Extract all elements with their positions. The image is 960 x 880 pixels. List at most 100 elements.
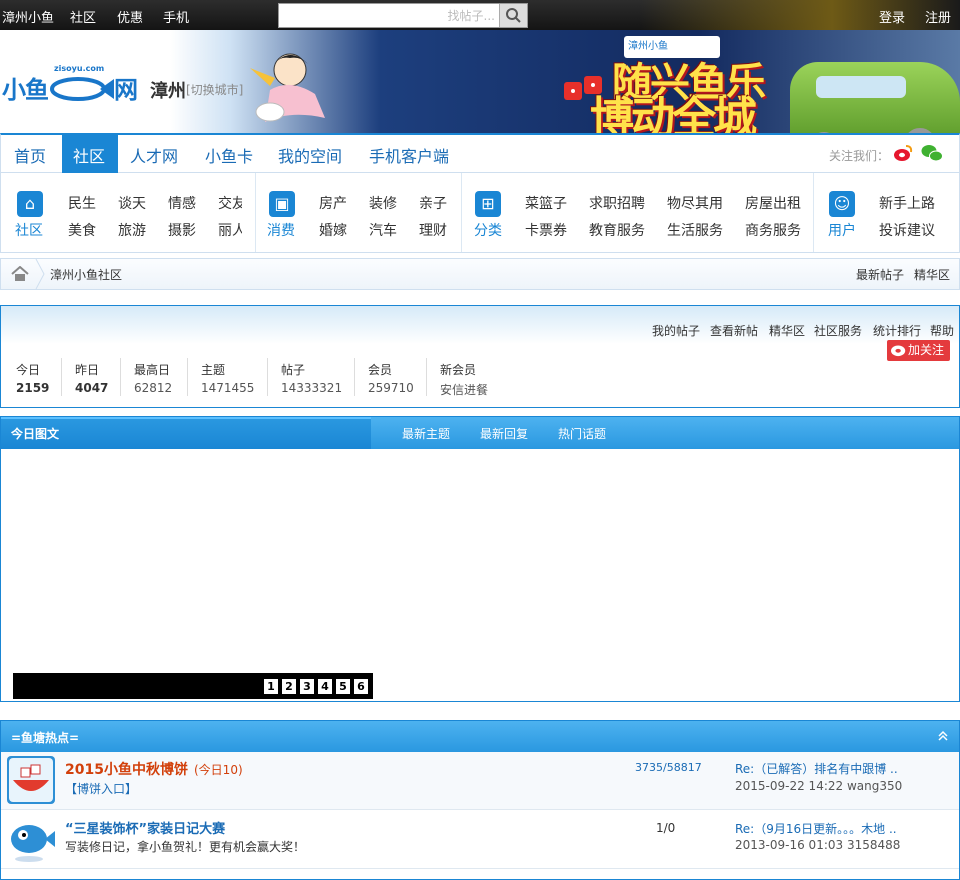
- home-icon[interactable]: [11, 266, 29, 282]
- cat-link[interactable]: 商务服务: [745, 220, 801, 240]
- category-panel: ⌂ 社区 民生 谈天 情感 交友 美食 旅游 摄影 丽人 ▣ 消费 房产 装修 …: [0, 173, 960, 253]
- cat-link[interactable]: 汽车: [369, 220, 397, 240]
- help-link[interactable]: 帮助: [930, 322, 954, 339]
- slide-page-button[interactable]: 4: [318, 679, 332, 694]
- user-icon: ☺: [829, 191, 855, 217]
- cat-link[interactable]: 生活服务: [667, 220, 723, 240]
- slide-page-button[interactable]: 5: [336, 679, 350, 694]
- cat-link[interactable]: 物尽其用: [667, 193, 723, 213]
- list-item: “三星装饰杯”家装日记大赛 写装修日记，拿小鱼贺礼！更有机会赢大奖！ 1/0 R…: [1, 811, 959, 869]
- search-input[interactable]: 找帖子...: [278, 3, 528, 28]
- tab-latest-topics[interactable]: 最新主题: [402, 425, 450, 442]
- slide-page-button[interactable]: 1: [264, 679, 278, 694]
- breadcrumb: 漳州小鱼社区 最新帖子 精华区: [0, 258, 960, 290]
- digest-link[interactable]: 精华区: [914, 266, 950, 283]
- slide-page-button[interactable]: 2: [282, 679, 296, 694]
- stat-divider: [354, 358, 355, 396]
- stat-label: 昨日: [75, 363, 100, 377]
- fish-mascot-icon[interactable]: [7, 815, 55, 863]
- cat-classify-label[interactable]: 分类: [474, 220, 502, 240]
- breadcrumb-current[interactable]: 漳州小鱼社区: [50, 266, 122, 283]
- cat-link[interactable]: 装修: [369, 193, 397, 213]
- cat-link[interactable]: 求职招聘: [589, 193, 645, 213]
- hot-panel-title: =鱼塘热点=: [11, 731, 80, 745]
- cat-link[interactable]: 卡票券: [525, 220, 567, 240]
- cat-link[interactable]: 摄影: [168, 220, 196, 240]
- login-link[interactable]: 登录: [879, 7, 905, 26]
- moon-rabbit-illustration-icon: [250, 53, 325, 122]
- topic-title[interactable]: “三星装饰杯”家装日记大赛: [65, 818, 225, 837]
- cat-link[interactable]: 美食: [68, 220, 96, 240]
- community-service-link[interactable]: 社区服务: [814, 322, 862, 339]
- last-reply-title[interactable]: Re:（9月16日更新。。。木地 ..: [735, 820, 897, 837]
- cat-user-label[interactable]: 用户: [828, 220, 856, 240]
- ranking-link[interactable]: 统计排行: [873, 322, 921, 339]
- nav-item-card[interactable]: 小鱼卡: [205, 143, 253, 167]
- nav-item-jobs[interactable]: 人才网: [130, 143, 178, 167]
- cat-link[interactable]: 亲子: [419, 193, 447, 213]
- cat-link[interactable]: 新手上路: [879, 193, 935, 213]
- latest-posts-link[interactable]: 最新帖子: [856, 266, 904, 283]
- newest-member-link[interactable]: 安信进餐: [440, 381, 488, 398]
- top-link-home[interactable]: 漳州小鱼: [2, 7, 54, 26]
- cat-link[interactable]: 谈天: [118, 193, 146, 213]
- stat-label: 最高日: [134, 363, 171, 377]
- last-reply-time: 2013-09-16 01:03 3158488: [735, 838, 901, 852]
- cat-link[interactable]: 情感: [168, 193, 196, 213]
- top-bar: 漳州小鱼 社区 优惠 手机 找帖子... 登录 注册: [0, 0, 960, 30]
- last-reply-title[interactable]: Re:（已解答）排名有中跟博 ..: [735, 760, 898, 777]
- fish-logo-icon: [50, 77, 114, 101]
- weibo-follow-button[interactable]: 加关注: [887, 340, 950, 361]
- header-banner: 小鱼网 zisoyu.com 漳州 [切换城市] 漳州小鱼 随兴鱼乐 博动全城: [0, 30, 960, 160]
- cat-link[interactable]: 教育服务: [589, 220, 645, 240]
- stat-divider: [187, 358, 188, 396]
- wechat-icon[interactable]: [921, 144, 943, 162]
- cat-link[interactable]: 丽人: [218, 220, 242, 240]
- digest-link[interactable]: 精华区: [769, 322, 805, 339]
- nav-item-mobile-client[interactable]: 手机客户端: [369, 143, 449, 167]
- top-link-deals[interactable]: 优惠: [117, 7, 143, 26]
- tab-hot-topics[interactable]: 热门话题: [558, 425, 606, 442]
- slide-page-button[interactable]: 3: [300, 679, 314, 694]
- logo-domain: zisoyu.com: [54, 64, 105, 73]
- topic-sublink[interactable]: 【博饼入口】: [65, 780, 137, 797]
- category-divider: [813, 173, 814, 252]
- cat-link[interactable]: 旅游: [118, 220, 146, 240]
- tab-latest-replies[interactable]: 最新回复: [480, 425, 528, 442]
- topic-description: 写装修日记，拿小鱼贺礼！更有机会赢大奖！: [65, 840, 306, 854]
- top-link-mobile[interactable]: 手机: [163, 7, 189, 26]
- follow-us-label: 关注我们：: [829, 149, 890, 163]
- cat-community-label[interactable]: 社区: [15, 220, 43, 240]
- today-panel-header: 今日图文 最新主题 最新回复 热门话题: [1, 417, 959, 449]
- register-link[interactable]: 注册: [925, 7, 951, 26]
- weibo-icon[interactable]: [893, 144, 913, 162]
- category-divider: [461, 173, 462, 252]
- stat-value: 2159: [16, 381, 50, 395]
- cat-link[interactable]: 投诉建议: [879, 220, 935, 240]
- collapse-icon[interactable]: [937, 730, 949, 742]
- cat-consume-label[interactable]: 消费: [267, 220, 295, 240]
- cat-link[interactable]: 菜篮子: [525, 193, 567, 213]
- top-link-community[interactable]: 社区: [70, 7, 96, 26]
- list-item: 2015小鱼中秋博饼 (今日10) 【博饼入口】 3735/58817 Re:（…: [1, 752, 959, 810]
- new-posts-link[interactable]: 查看新帖: [710, 322, 758, 339]
- cat-link[interactable]: 理财: [419, 220, 447, 240]
- search-button[interactable]: [499, 4, 527, 27]
- cat-link[interactable]: 婚嫁: [319, 220, 347, 240]
- stat-value: 259710: [368, 381, 414, 395]
- nav-item-myspace[interactable]: 我的空间: [278, 143, 342, 167]
- nav-item-community[interactable]: 社区: [73, 143, 105, 167]
- topic-title[interactable]: 2015小鱼中秋博饼: [65, 759, 188, 779]
- site-logo[interactable]: 小鱼 网 zisoyu.com: [2, 64, 138, 105]
- mooncake-game-icon[interactable]: [7, 756, 55, 804]
- nav-item-home[interactable]: 首页: [14, 143, 46, 167]
- my-posts-link[interactable]: 我的帖子: [652, 322, 700, 339]
- slide-page-button[interactable]: 6: [354, 679, 368, 694]
- cat-link[interactable]: 民生: [68, 193, 96, 213]
- cat-link[interactable]: 房屋出租: [745, 193, 801, 213]
- category-divider: [255, 173, 256, 252]
- cat-link[interactable]: 房产: [319, 193, 347, 213]
- today-tab-active[interactable]: 今日图文: [1, 417, 371, 449]
- cat-link[interactable]: 交友: [218, 193, 242, 213]
- weibo-icon: [891, 345, 906, 357]
